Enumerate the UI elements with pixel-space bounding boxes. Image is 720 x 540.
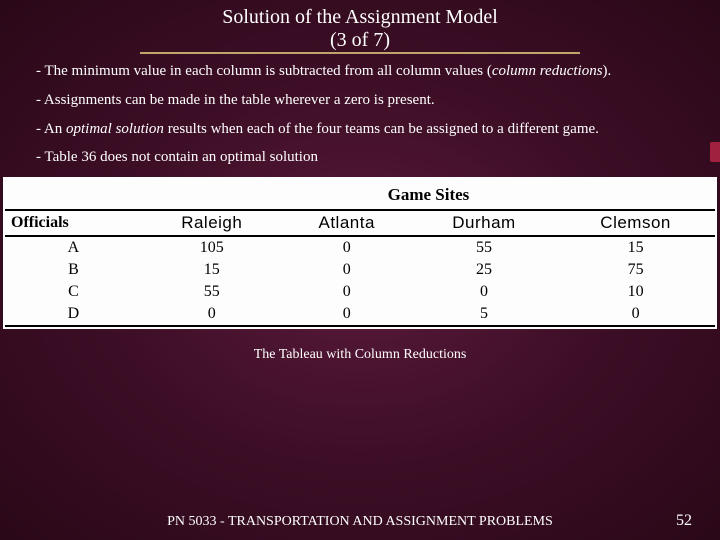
row-d-v1: 0 xyxy=(282,303,412,326)
bullet-3-text-a: - An xyxy=(36,121,66,137)
row-a-label: A xyxy=(5,236,142,259)
bullet-3: - An optimal solution results when each … xyxy=(8,120,712,139)
bullet-1-text-a: - The minimum value in each column is su… xyxy=(36,63,492,79)
bullet-1-text-c: ). xyxy=(603,63,612,79)
row-c-v2: 0 xyxy=(412,281,556,303)
bullet-3-italic: optimal solution xyxy=(66,121,164,137)
row-b-v2: 25 xyxy=(412,259,556,281)
bullet-1: - The minimum value in each column is su… xyxy=(8,62,712,81)
slide-title-line2: (3 of 7) xyxy=(140,29,580,52)
row-b-v3: 75 xyxy=(556,259,715,281)
bullet-3-text-c: results when each of the four teams can … xyxy=(164,121,599,137)
tableau-table: Game Sites Officials Raleigh Atlanta Dur… xyxy=(5,183,715,327)
row-d-v3: 0 xyxy=(556,303,715,326)
row-a-v2: 55 xyxy=(412,236,556,259)
table-row: C 55 0 0 10 xyxy=(5,281,715,303)
row-d-label: D xyxy=(5,303,142,326)
row-b-label: B xyxy=(5,259,142,281)
row-b-v1: 0 xyxy=(282,259,412,281)
row-c-v3: 10 xyxy=(556,281,715,303)
row-a-v1: 0 xyxy=(282,236,412,259)
table-row: B 15 0 25 75 xyxy=(5,259,715,281)
row-c-v0: 55 xyxy=(142,281,282,303)
row-d-v2: 5 xyxy=(412,303,556,326)
table-supertitle: Game Sites xyxy=(142,183,715,210)
row-d-v0: 0 xyxy=(142,303,282,326)
row-a-v3: 15 xyxy=(556,236,715,259)
slide-title-line1: Solution of the Assignment Model xyxy=(140,6,580,29)
footer-course: PN 5033 - TRANSPORTATION AND ASSIGNMENT … xyxy=(0,514,720,530)
bullet-1-italic: column reductions xyxy=(492,63,603,79)
table-caption: The Tableau with Column Reductions xyxy=(0,347,720,363)
row-a-v0: 105 xyxy=(142,236,282,259)
col-atlanta: Atlanta xyxy=(282,210,412,236)
footer-page-number: 52 xyxy=(676,512,692,530)
col-clemson: Clemson xyxy=(556,210,715,236)
col-durham: Durham xyxy=(412,210,556,236)
table-row: A 105 0 55 15 xyxy=(5,236,715,259)
slide-title-block: Solution of the Assignment Model (3 of 7… xyxy=(140,0,580,54)
table-row-label-header: Officials xyxy=(5,210,142,236)
body-text: - The minimum value in each column is su… xyxy=(0,62,720,167)
side-tab-decor xyxy=(710,142,720,162)
row-b-v0: 15 xyxy=(142,259,282,281)
tableau-table-wrap: Game Sites Officials Raleigh Atlanta Dur… xyxy=(3,177,717,329)
table-header-row: Officials Raleigh Atlanta Durham Clemson xyxy=(5,210,715,236)
col-raleigh: Raleigh xyxy=(142,210,282,236)
slide-footer: PN 5033 - TRANSPORTATION AND ASSIGNMENT … xyxy=(0,514,720,530)
table-row: D 0 0 5 0 xyxy=(5,303,715,326)
row-c-v1: 0 xyxy=(282,281,412,303)
bullet-4: - Table 36 does not contain an optimal s… xyxy=(8,148,712,167)
row-c-label: C xyxy=(5,281,142,303)
bullet-2: - Assignments can be made in the table w… xyxy=(8,91,712,110)
